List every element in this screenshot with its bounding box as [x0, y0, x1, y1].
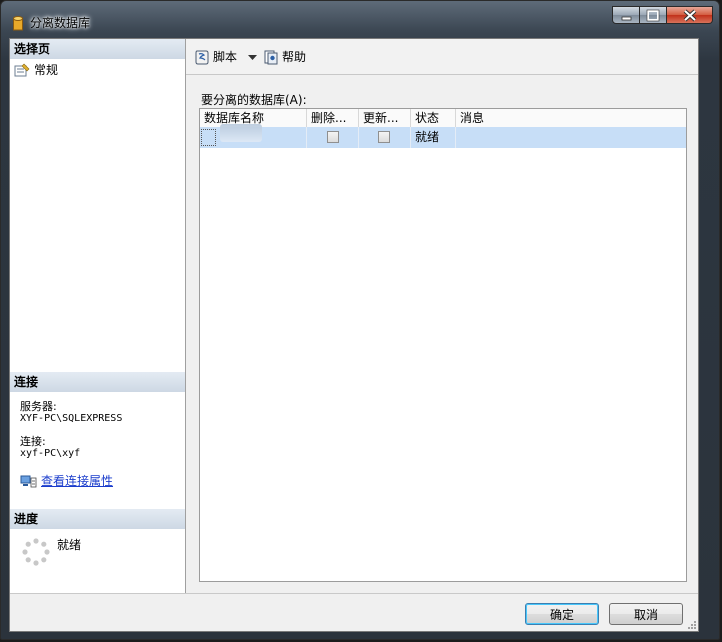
- cancel-button[interactable]: 取消: [609, 603, 683, 625]
- close-icon: [683, 9, 697, 22]
- minimize-icon: [621, 16, 632, 21]
- close-button[interactable]: [667, 6, 713, 24]
- script-button[interactable]: 脚本: [194, 48, 237, 65]
- help-label: 帮助: [282, 50, 307, 64]
- connection-properties-icon: [20, 475, 37, 487]
- progress-spinner-icon: [22, 538, 50, 566]
- databases-to-detach-label: 要分离的数据库(A):: [201, 93, 307, 107]
- column-header-message[interactable]: 消息: [456, 109, 686, 127]
- server-value: XYF-PC\SQLEXPRESS: [20, 413, 123, 424]
- server-label: 服务器:: [20, 400, 57, 413]
- status-cell: 就绪: [411, 127, 456, 148]
- minimize-button[interactable]: [612, 6, 640, 24]
- connection-value: xyf-PC\xyf: [20, 448, 81, 459]
- resize-grip-icon[interactable]: [686, 619, 697, 630]
- progress-header: 进度: [10, 509, 185, 529]
- maximize-button[interactable]: [640, 6, 667, 24]
- page-item-label: 常规: [34, 63, 59, 77]
- view-connection-properties-label: 查看连接属性: [41, 474, 114, 488]
- column-header-status[interactable]: 状态: [411, 109, 456, 127]
- chevron-down-icon[interactable]: [248, 55, 257, 61]
- update-statistics-cell[interactable]: [359, 127, 411, 148]
- redacted-database-name: [220, 124, 262, 142]
- properties-page-icon: [14, 63, 30, 76]
- script-icon: [195, 50, 209, 64]
- script-label: 脚本: [213, 50, 238, 64]
- focus-indicator: [201, 129, 216, 146]
- left-pane: 选择页 常规 连接 服务器: XYF-PC\SQLEXPRESS 连接: xyf…: [10, 39, 186, 593]
- toolbar: 脚本 帮助: [186, 39, 698, 75]
- drop-connections-cell[interactable]: [307, 127, 359, 148]
- connection-header: 连接: [10, 372, 185, 392]
- column-header-update-statistics[interactable]: 更新...: [359, 109, 411, 127]
- detach-database-dialog: 分离数据库 选择页 常规 连接 服务器: XYF-PC\SQLEXPRESS 连…: [0, 0, 720, 640]
- column-header-drop-connections[interactable]: 删除...: [307, 109, 359, 127]
- window-title: 分离数据库: [30, 16, 91, 30]
- grid-header: 数据库名称 删除... 更新... 状态 消息: [200, 109, 686, 128]
- select-page-header: 选择页: [10, 39, 185, 59]
- page-item-general[interactable]: 常规: [14, 61, 58, 78]
- progress-status: 就绪: [57, 538, 82, 552]
- maximize-icon: [646, 9, 660, 22]
- drop-connections-checkbox[interactable]: [327, 131, 339, 143]
- database-icon: [13, 16, 23, 31]
- table-row[interactable]: 就绪: [200, 124, 686, 148]
- databases-grid[interactable]: 数据库名称 删除... 更新... 状态 消息 就绪: [199, 108, 687, 582]
- ok-button[interactable]: 确定: [525, 603, 599, 625]
- update-statistics-checkbox[interactable]: [378, 131, 390, 143]
- view-connection-properties-link[interactable]: 查看连接属性: [20, 472, 113, 489]
- help-icon: [264, 50, 278, 64]
- dialog-button-bar: 确定 取消: [10, 593, 698, 631]
- dialog-client-area: 选择页 常规 连接 服务器: XYF-PC\SQLEXPRESS 连接: xyf…: [9, 38, 699, 632]
- window-controls: [612, 6, 713, 26]
- help-button[interactable]: 帮助: [263, 48, 306, 65]
- message-cell: [456, 127, 686, 148]
- title-bar[interactable]: 分离数据库: [1, 1, 719, 37]
- connection-label: 连接:: [20, 435, 46, 448]
- database-name-cell[interactable]: [200, 124, 307, 148]
